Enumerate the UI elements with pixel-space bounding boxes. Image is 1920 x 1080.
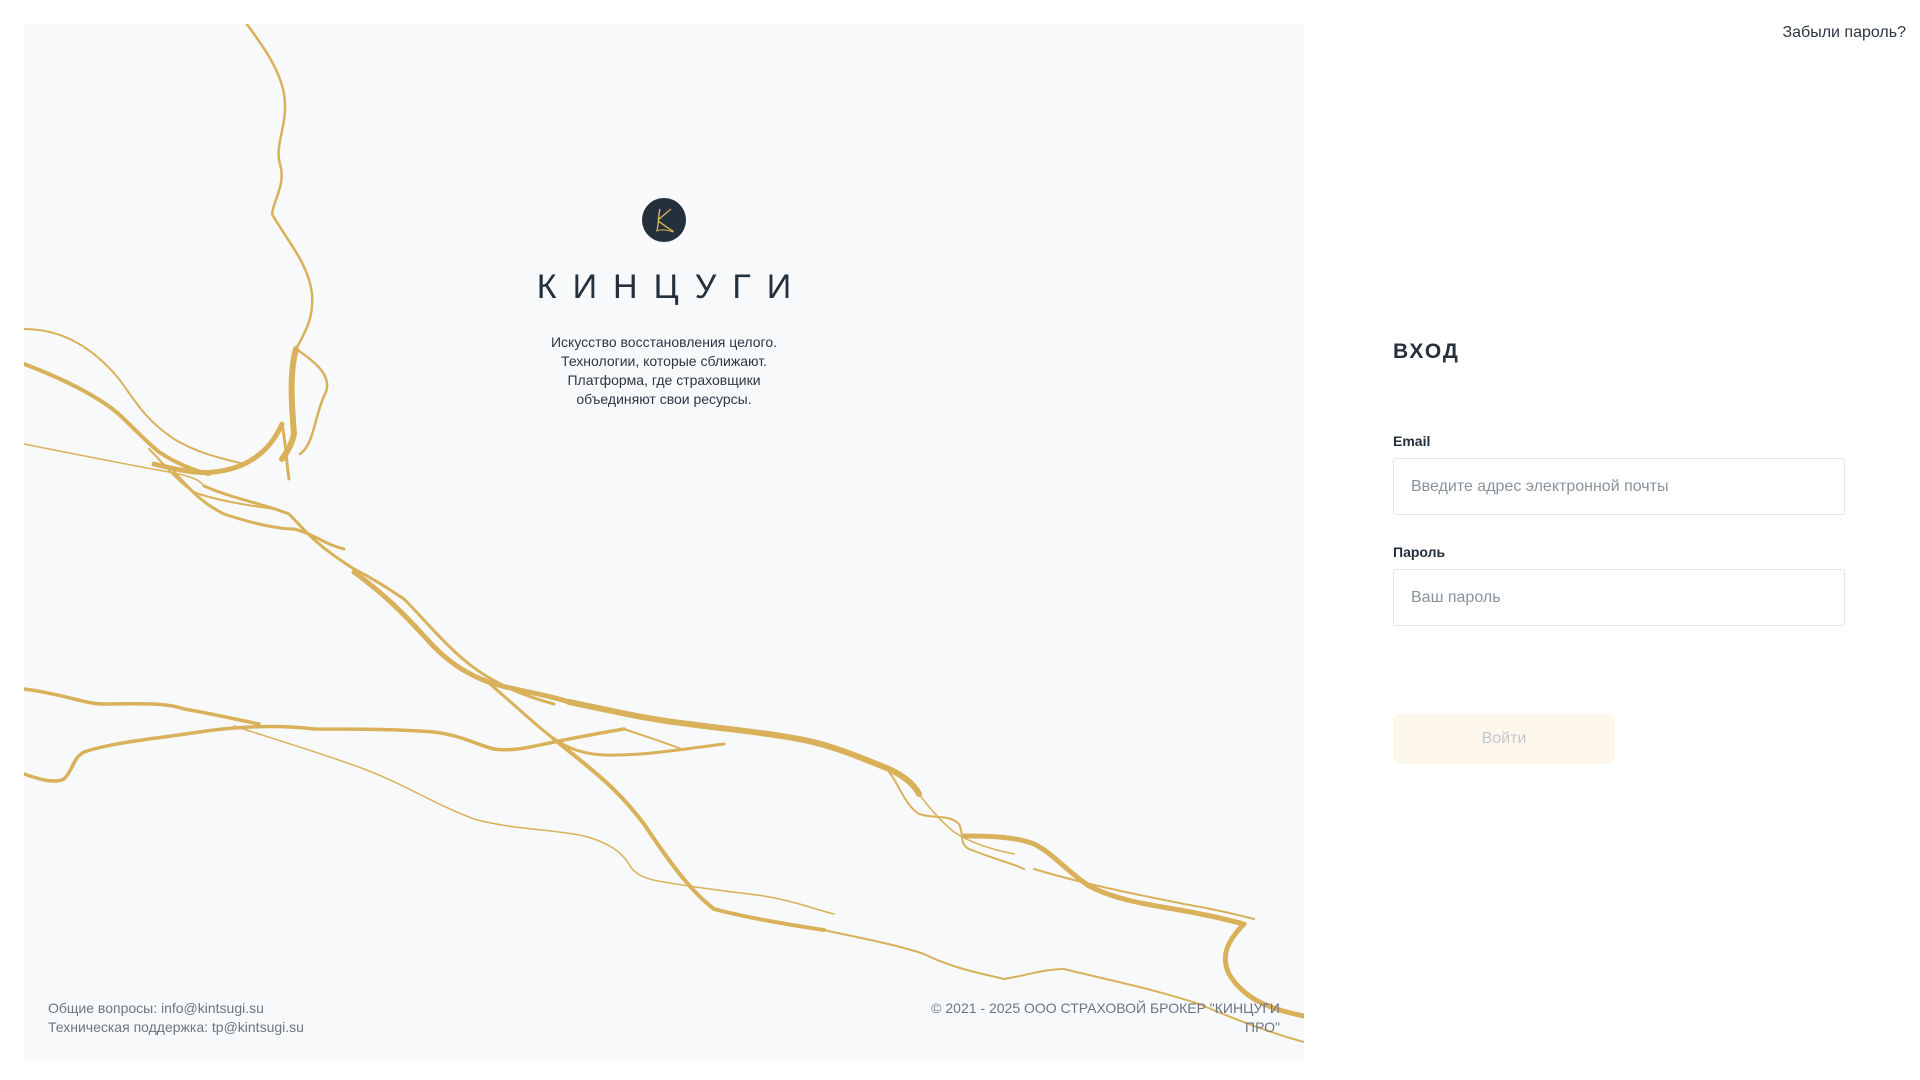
brand-block: КИНЦУГИ Искусство восстановления целого.…	[24, 198, 1304, 409]
email-input[interactable]	[1393, 458, 1845, 515]
brand-name: КИНЦУГИ	[536, 268, 808, 306]
brand-tagline: Искусство восстановления целого. Техноло…	[550, 334, 778, 407]
password-field-group: Пароль	[1393, 544, 1845, 626]
login-title: ВХОД	[1393, 340, 1460, 363]
forgot-password-link[interactable]: Забыли пароль?	[1782, 24, 1906, 42]
kintsugi-logo-icon	[642, 198, 686, 242]
tech-support-contact: Техническая поддержка: tp@kintsugi.su	[48, 1019, 304, 1035]
login-button[interactable]: Войти	[1393, 714, 1615, 764]
contacts: Общие вопросы: info@kintsugi.su Техничес…	[48, 999, 304, 1037]
login-form: ВХОД Email Пароль Войти	[1393, 340, 1845, 764]
password-input[interactable]	[1393, 569, 1845, 626]
email-field-group: Email	[1393, 433, 1845, 515]
brand-panel: КИНЦУГИ Искусство восстановления целого.…	[24, 24, 1304, 1061]
copyright: © 2021 - 2025 ООО СТРАХОВОЙ БРОКЕР "КИНЦ…	[931, 1000, 1280, 1035]
password-label: Пароль	[1393, 544, 1446, 560]
kintsugi-cracks-decoration	[24, 24, 1304, 1043]
general-questions-contact: Общие вопросы: info@kintsugi.su	[48, 1000, 264, 1016]
email-label: Email	[1393, 433, 1431, 449]
